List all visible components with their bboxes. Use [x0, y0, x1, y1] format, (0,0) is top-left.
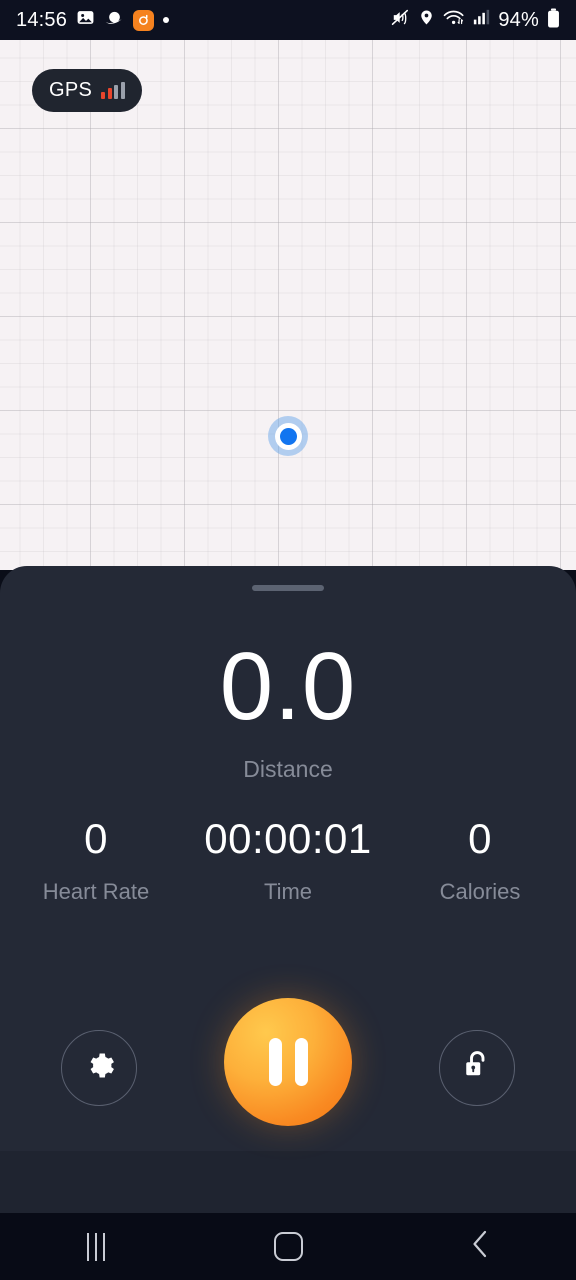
- gear-icon: [83, 1049, 116, 1087]
- current-location-marker: [268, 416, 308, 456]
- back-button[interactable]: [384, 1229, 576, 1264]
- workout-panel: 0.0 Distance 0 Heart Rate 00:00:01 Time …: [0, 566, 576, 1213]
- distance-label: Distance: [243, 756, 333, 782]
- stat-calories: 0 Calories: [384, 818, 576, 905]
- pause-button[interactable]: [224, 998, 352, 1126]
- battery-percent-label: 94%: [498, 8, 539, 31]
- photo-gallery-icon: [76, 8, 95, 32]
- calories-value: 0: [468, 815, 492, 862]
- location-pin-icon: [418, 8, 435, 32]
- battery-icon: [547, 8, 560, 33]
- location-marker-core: [279, 427, 297, 445]
- status-bar-left: 14:56: [16, 8, 170, 33]
- heart-rate-value: 0: [84, 815, 108, 862]
- location-marker-ring: [274, 422, 302, 450]
- panel-drag-handle[interactable]: [252, 585, 324, 591]
- settings-button[interactable]: [61, 1030, 137, 1106]
- pause-icon-bar-right: [294, 1038, 308, 1086]
- mute-icon: [391, 8, 410, 32]
- gps-status-badge[interactable]: GPS: [32, 69, 142, 112]
- home-button[interactable]: [192, 1232, 384, 1261]
- time-value: 00:00:01: [204, 815, 372, 862]
- heart-rate-label: Heart Rate: [42, 879, 150, 904]
- gps-badge-label: GPS: [49, 79, 93, 101]
- stats-row: 0 Heart Rate 00:00:01 Time 0 Calories: [0, 818, 576, 905]
- pause-icon-bar-left: [268, 1038, 282, 1086]
- home-icon: [273, 1232, 303, 1261]
- recents-button[interactable]: [0, 1232, 192, 1261]
- distance-value: 0.0: [219, 633, 357, 740]
- gps-signal-bars-icon: [101, 82, 125, 99]
- status-bar-clock: 14:56: [16, 8, 68, 31]
- recents-icon: [87, 1232, 105, 1261]
- status-bar-right: 94%: [391, 8, 560, 33]
- status-bar: 14:56 94%: [0, 0, 576, 40]
- stat-time: 00:00:01 Time: [192, 818, 384, 905]
- distance-block: 0.0 Distance: [0, 639, 576, 783]
- unlocked-padlock-icon: [462, 1049, 492, 1087]
- back-icon: [469, 1229, 491, 1264]
- wifi-icon: [443, 8, 465, 32]
- planet-icon: [104, 8, 124, 33]
- stat-heart-rate: 0 Heart Rate: [0, 818, 192, 905]
- map-view[interactable]: GPS: [0, 40, 576, 570]
- orange-app-icon: [133, 9, 155, 31]
- calories-label: Calories: [439, 879, 521, 904]
- time-label: Time: [263, 879, 313, 904]
- panel-footer-area: [0, 1151, 576, 1213]
- lock-button[interactable]: [439, 1030, 515, 1106]
- cellular-signal-icon: [473, 9, 490, 31]
- notification-dot-icon: [163, 17, 170, 23]
- android-navigation-bar: [0, 1213, 576, 1280]
- workout-controls: [0, 998, 576, 1138]
